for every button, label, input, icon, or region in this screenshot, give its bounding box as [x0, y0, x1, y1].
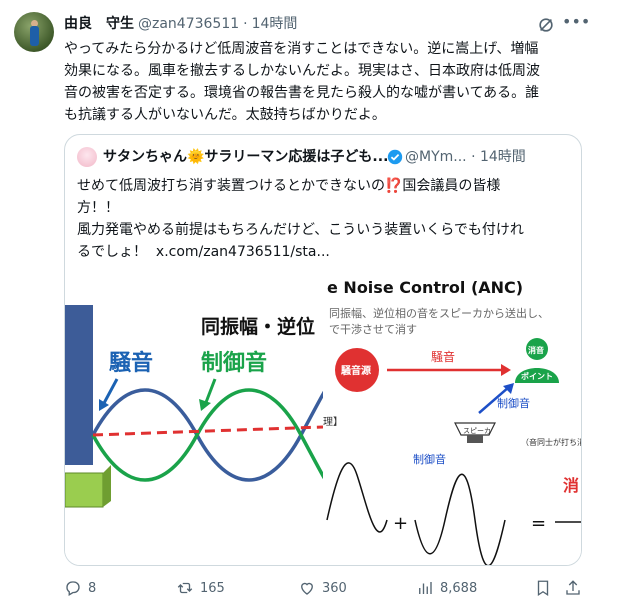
anc-subtitle-2: で干渉させて消す: [329, 322, 417, 336]
quoted-tweet[interactable]: サタンちゃん🌞サラリーマン応援は子ども... @MYm... · 14時間 せめ…: [64, 134, 582, 566]
bottom-control-label: 制御音: [413, 452, 446, 466]
quoted-link[interactable]: x.com/zan4736511/sta...: [156, 244, 330, 260]
green-box: [65, 472, 104, 508]
repost-count: 165: [200, 580, 225, 596]
action-bar: 8 165 360 8,688: [64, 574, 584, 600]
bracket-label: 理】: [323, 416, 343, 428]
tweet-time[interactable]: 14時間: [252, 16, 298, 32]
speaker-block: [65, 305, 93, 465]
right-note: （音同士が打ち消: [521, 437, 581, 447]
control-arrow-label: 制御音: [497, 396, 530, 410]
erase-label: 消: [563, 476, 579, 495]
separator-dot: ·: [243, 16, 248, 32]
author-handle[interactable]: @zan4736511: [138, 16, 239, 32]
view-count: 8,688: [440, 580, 478, 596]
quoted-line: 方！！: [77, 200, 119, 216]
author-avatar[interactable]: [14, 12, 54, 52]
tweet-line: やってみたら分かるけど低周波音を消すことはできない。逆に嵩上げ、増幅: [64, 41, 539, 57]
tweet-text: やってみたら分かるけど低周波音を消すことはできない。逆に嵩上げ、増幅 効果になる…: [64, 38, 584, 126]
views-chart-icon: [419, 582, 432, 594]
quoted-line: 風力発電やめる前提はもちろんだけど、こういう装置いくらでも付けれ: [77, 222, 524, 238]
like-button[interactable]: 360: [298, 578, 347, 598]
speaker-base: [467, 435, 483, 443]
reply-icon: [66, 581, 80, 596]
avatar-figure-body: [30, 26, 39, 46]
quoted-author-name[interactable]: サタンちゃん🌞サラリーマン応援は子ども...: [103, 147, 388, 167]
noise-label: 騒音: [109, 350, 153, 376]
speaker-label: スピーカ: [463, 427, 491, 435]
author-name[interactable]: 由良 守生: [64, 16, 134, 32]
quoted-media-image[interactable]: 同振幅・逆位 騒音 制御音 e Noise Control (ANC) 同振幅、…: [65, 275, 581, 565]
more-options-icon[interactable]: •••: [562, 14, 590, 34]
quoted-text: せめて低周波打ち消す装置つけるとかできないの⁉️国会議員の皆様 方！！ 風力発電…: [77, 175, 567, 263]
tweet-header: 由良 守生 @zan4736511 · 14時間: [64, 14, 297, 34]
anc-subtitle-1: 同振幅、逆位相の音をスピーカから送出し、: [329, 306, 549, 320]
like-count: 360: [322, 580, 347, 596]
quoted-line-with-link: るでしょ！ x.com/zan4736511/sta...: [77, 241, 567, 263]
reply-count: 8: [88, 580, 97, 596]
tweet-line: も抗議する人がいないんだ。太鼓持ちばかりだよ。: [64, 107, 386, 123]
quoted-line: せめて低周波打ち消す装置つけるとかできないの⁉️国会議員の皆様: [77, 178, 501, 194]
same-amplitude-label: 同振幅・逆位: [201, 315, 315, 338]
bookmark-button[interactable]: [534, 578, 552, 598]
silence-point-label-2: ポイント: [521, 371, 553, 381]
bookmark-icon: [537, 580, 549, 597]
repost-button[interactable]: 165: [176, 578, 225, 598]
equals-sign: =: [531, 513, 546, 534]
anc-diagram: 同振幅・逆位 騒音 制御音 e Noise Control (ANC) 同振幅、…: [65, 275, 581, 565]
heart-icon: [301, 582, 313, 595]
grok-icon[interactable]: [537, 16, 555, 34]
repost-icon: [177, 582, 193, 594]
quoted-meta: @MYm... · 14時間: [405, 147, 526, 167]
silence-point-label-1: 消音: [528, 345, 544, 355]
quoted-line-end: るでしょ！: [77, 244, 147, 260]
quoted-author-avatar[interactable]: [77, 147, 97, 167]
verified-badge-icon: [387, 149, 403, 165]
reply-button[interactable]: 8: [64, 578, 96, 598]
quoted-time[interactable]: · 14時間: [471, 149, 526, 165]
views-button[interactable]: 8,688: [416, 578, 477, 598]
share-button[interactable]: [564, 578, 582, 598]
plus-sign: +: [393, 513, 408, 534]
control-label: 制御音: [201, 350, 267, 376]
tweet-line: 音の被害を否定する。環境省の報告書を見たら殺人的な嘘が書いてある。誰: [64, 85, 540, 101]
quoted-handle[interactable]: @MYm...: [405, 149, 467, 165]
anc-title: e Noise Control (ANC): [327, 278, 523, 297]
noise-arrow-label: 騒音: [431, 349, 455, 364]
noise-source-label: 騒音源: [340, 364, 371, 377]
tweet-line: 効果になる。風車を撤去するしかないんだよ。現実はさ、日本政府は低周波: [64, 63, 540, 79]
share-icon: [566, 580, 580, 595]
